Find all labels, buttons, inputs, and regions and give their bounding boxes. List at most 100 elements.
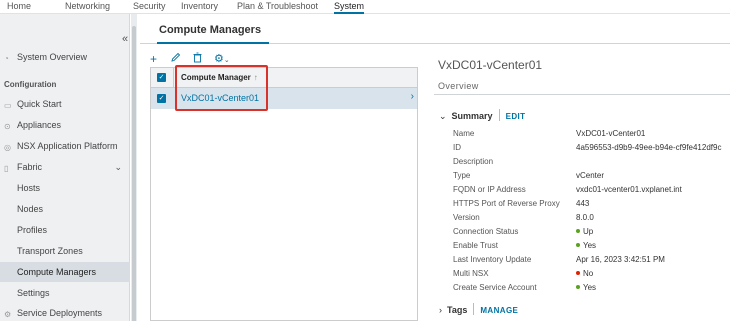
nav-plan-troubleshoot[interactable]: Plan & Troubleshoot: [237, 0, 318, 14]
page-header: Compute Managers: [140, 14, 730, 44]
sidebar-item-label: Quick Start: [17, 99, 62, 109]
sidebar-item-compute-managers[interactable]: Compute Managers: [0, 262, 130, 282]
sidebar-item-settings[interactable]: Settings: [0, 283, 130, 303]
field-key: Connection Status: [453, 227, 519, 236]
sidebar-item-quick-start[interactable]: ▭ Quick Start: [0, 94, 130, 114]
field-key: Multi NSX: [453, 269, 489, 278]
status-green-dot: [576, 285, 580, 289]
field-key: Create Service Account: [453, 283, 537, 292]
edit-summary-link[interactable]: EDIT: [506, 112, 526, 121]
sidebar-scrollbar[interactable]: [131, 14, 137, 321]
status-green-dot: [576, 229, 580, 233]
chevron-right-icon[interactable]: ›: [439, 305, 442, 315]
summary-section-header: ⌄ Summary EDIT: [439, 109, 525, 122]
chevron-down-icon[interactable]: ⌄: [114, 157, 122, 177]
scrollbar-thumb[interactable]: [132, 26, 136, 321]
sidebar-item-fabric[interactable]: ▯ Fabric ⌄: [0, 157, 130, 177]
chevron-down-icon[interactable]: ⌄: [439, 111, 447, 121]
delete-icon[interactable]: [192, 52, 203, 66]
create-service-account-value: Yes: [576, 283, 596, 292]
service-deployments-icon: ⚙: [4, 310, 12, 319]
sidebar-item-label: NSX Application Platform: [17, 141, 118, 151]
status-green-dot: [576, 243, 580, 247]
page-title-underline: [157, 42, 269, 44]
sidebar-item-label: Appliances: [17, 120, 62, 130]
column-divider: [173, 68, 174, 88]
table-row[interactable]: ✓ VxDC01-vCenter01 ›: [151, 88, 417, 109]
status-text: Yes: [583, 283, 597, 292]
field-key: Type: [453, 171, 471, 180]
sidebar-item-profiles[interactable]: Profiles: [0, 220, 130, 240]
nav-home[interactable]: Home: [7, 0, 31, 14]
sidebar-item-label: Fabric: [17, 162, 43, 172]
column-header-label: Compute Manager: [181, 73, 251, 82]
divider: [434, 94, 730, 95]
page-title: Compute Managers: [159, 24, 262, 36]
compute-manager-name[interactable]: VxDC01-vCenter01: [181, 93, 259, 103]
status-text: No: [583, 269, 594, 278]
nav-system[interactable]: System: [334, 0, 365, 14]
sort-asc-icon[interactable]: ↑: [254, 73, 258, 82]
field-key: Version: [453, 213, 480, 222]
add-icon[interactable]: +: [150, 52, 157, 66]
sidebar-item-nsx-application-platform[interactable]: ◎ NSX Application Platform: [0, 136, 130, 156]
field-key: HTTPS Port of Reverse Proxy: [453, 199, 560, 208]
sidebar: « ◔ System Overview Configuration ▭ Quick …: [0, 14, 130, 321]
field-value: Apr 16, 2023 3:42:51 PM: [576, 255, 665, 264]
sidebar-item-system-overview[interactable]: ◔ System Overview: [0, 47, 130, 67]
divider: [473, 303, 475, 315]
sidebar-item-nodes[interactable]: Nodes: [0, 199, 130, 219]
field-value: vxdc01-vcenter01.vxplanet.int: [576, 185, 682, 194]
nav-security[interactable]: Security: [133, 0, 166, 14]
row-checkbox[interactable]: ✓: [157, 94, 166, 103]
top-nav: Home Networking Security Inventory Plan …: [0, 0, 730, 14]
select-all-checkbox[interactable]: ✓: [157, 73, 166, 82]
dashboard-icon: ◔: [4, 54, 9, 63]
edit-icon[interactable]: [170, 52, 181, 66]
sidebar-item-appliances[interactable]: ⊙ Appliances: [0, 115, 130, 135]
field-value: vCenter: [576, 171, 605, 180]
collapse-sidebar-icon[interactable]: «: [122, 33, 128, 45]
detail-panel: VxDC01-vCenter01 Overview ⌄ Summary EDIT N…: [425, 44, 730, 321]
field-value: 8.0.0: [576, 213, 594, 222]
tags-label: Tags: [447, 305, 468, 315]
divider: [498, 109, 500, 121]
field-value: VxDC01-vCenter01: [576, 129, 646, 138]
status-text: Up: [583, 227, 594, 236]
chevron-right-icon[interactable]: ›: [411, 91, 414, 102]
field-key: ID: [453, 143, 461, 152]
manage-tags-link[interactable]: MANAGE: [480, 306, 518, 315]
column-header-compute-manager[interactable]: Compute Manager ↑: [181, 73, 258, 82]
platform-icon: ◎: [4, 143, 11, 152]
field-key: Name: [453, 129, 475, 138]
appliances-icon: ⊙: [4, 122, 11, 131]
field-value: 443: [576, 199, 590, 208]
summary-label: Summary: [451, 111, 493, 121]
gear-dropdown-icon[interactable]: ⚙⌄: [214, 52, 230, 68]
status-red-dot: [576, 271, 580, 275]
field-key: Description: [453, 157, 494, 166]
field-value: 4a596553-d9b9-49ee-b94e-cf9fe412df9c: [576, 143, 722, 152]
fabric-icon: ▯: [4, 164, 9, 173]
sidebar-item-label: System Overview: [17, 52, 88, 62]
field-key: FQDN or IP Address: [453, 185, 526, 194]
field-key: Last Inventory Update: [453, 255, 532, 264]
multi-nsx-value: No: [576, 269, 593, 278]
enable-trust-value: Yes: [576, 241, 596, 250]
compute-managers-grid: ✓ Compute Manager ↑ ✓ VxDC01-vCenter01 ›: [150, 67, 418, 321]
connection-status-value: Up: [576, 227, 593, 236]
field-key: Enable Trust: [453, 241, 498, 250]
sidebar-item-label: Service Deployments: [17, 308, 103, 318]
status-text: Yes: [583, 241, 597, 250]
tags-section-header: › Tags MANAGE: [439, 303, 518, 315]
nav-networking[interactable]: Networking: [65, 0, 110, 14]
detail-title: VxDC01-vCenter01: [438, 58, 543, 72]
sidebar-item-hosts[interactable]: Hosts: [0, 178, 130, 198]
sidebar-item-transport-zones[interactable]: Transport Zones: [0, 241, 130, 261]
sidebar-item-service-deployments[interactable]: ⚙ Service Deployments: [0, 303, 130, 321]
sidebar-section-configuration: Configuration: [4, 80, 57, 89]
grid-header: ✓ Compute Manager ↑: [151, 68, 417, 88]
quick-start-icon: ▭: [4, 101, 12, 110]
nav-inventory[interactable]: Inventory: [181, 0, 218, 14]
tab-overview[interactable]: Overview: [438, 81, 479, 91]
